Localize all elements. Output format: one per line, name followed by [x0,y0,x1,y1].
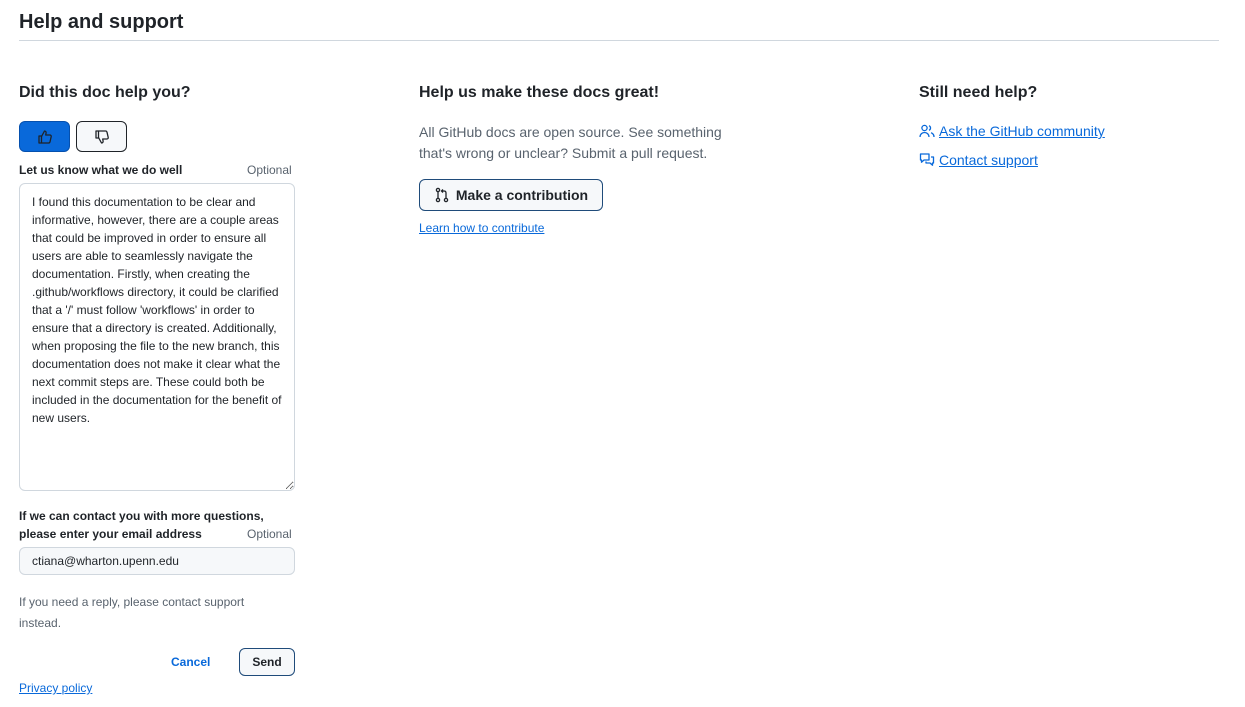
reply-note: If you need a reply, please contact supp… [19,595,245,630]
contribute-description: All GitHub docs are open source. See som… [419,124,722,161]
comment-discussion-icon [919,152,935,168]
people-icon [919,123,935,139]
thumbs-up-icon [37,129,53,145]
cancel-button[interactable]: Cancel [171,655,210,669]
contact-support-label: Contact support [939,152,1038,168]
email-label: If we can contact you with more question… [19,509,264,541]
contribute-heading: Help us make these docs great! [419,84,660,101]
send-button[interactable]: Send [239,648,295,676]
make-contribution-button[interactable]: Make a contribution [419,179,603,211]
contact-support-link[interactable]: Contact support [919,152,1038,168]
feedback-textarea[interactable]: I found this documentation to be clear a… [19,183,295,491]
git-pull-request-icon [434,187,450,203]
page-title: Help and support [19,11,184,33]
thumbs-down-icon [94,129,110,145]
privacy-policy-link[interactable]: Privacy policy [19,681,92,695]
make-contribution-label: Make a contribution [455,187,589,203]
ask-community-label: Ask the GitHub community [939,123,1105,139]
feedback-optional-label: Optional [247,163,292,177]
still-need-help-heading: Still need help? [919,84,1038,101]
email-input[interactable] [19,547,295,575]
thumbs-down-button[interactable] [76,121,127,152]
title-divider [19,40,1219,41]
email-optional-label: Optional [247,527,292,541]
feedback-heading: Did this doc help you? [19,84,191,101]
feedback-textarea-label: Let us know what we do well [19,163,183,177]
thumbs-up-button[interactable] [19,121,70,152]
learn-how-to-contribute-link[interactable]: Learn how to contribute [419,221,544,235]
ask-community-link[interactable]: Ask the GitHub community [919,123,1105,139]
